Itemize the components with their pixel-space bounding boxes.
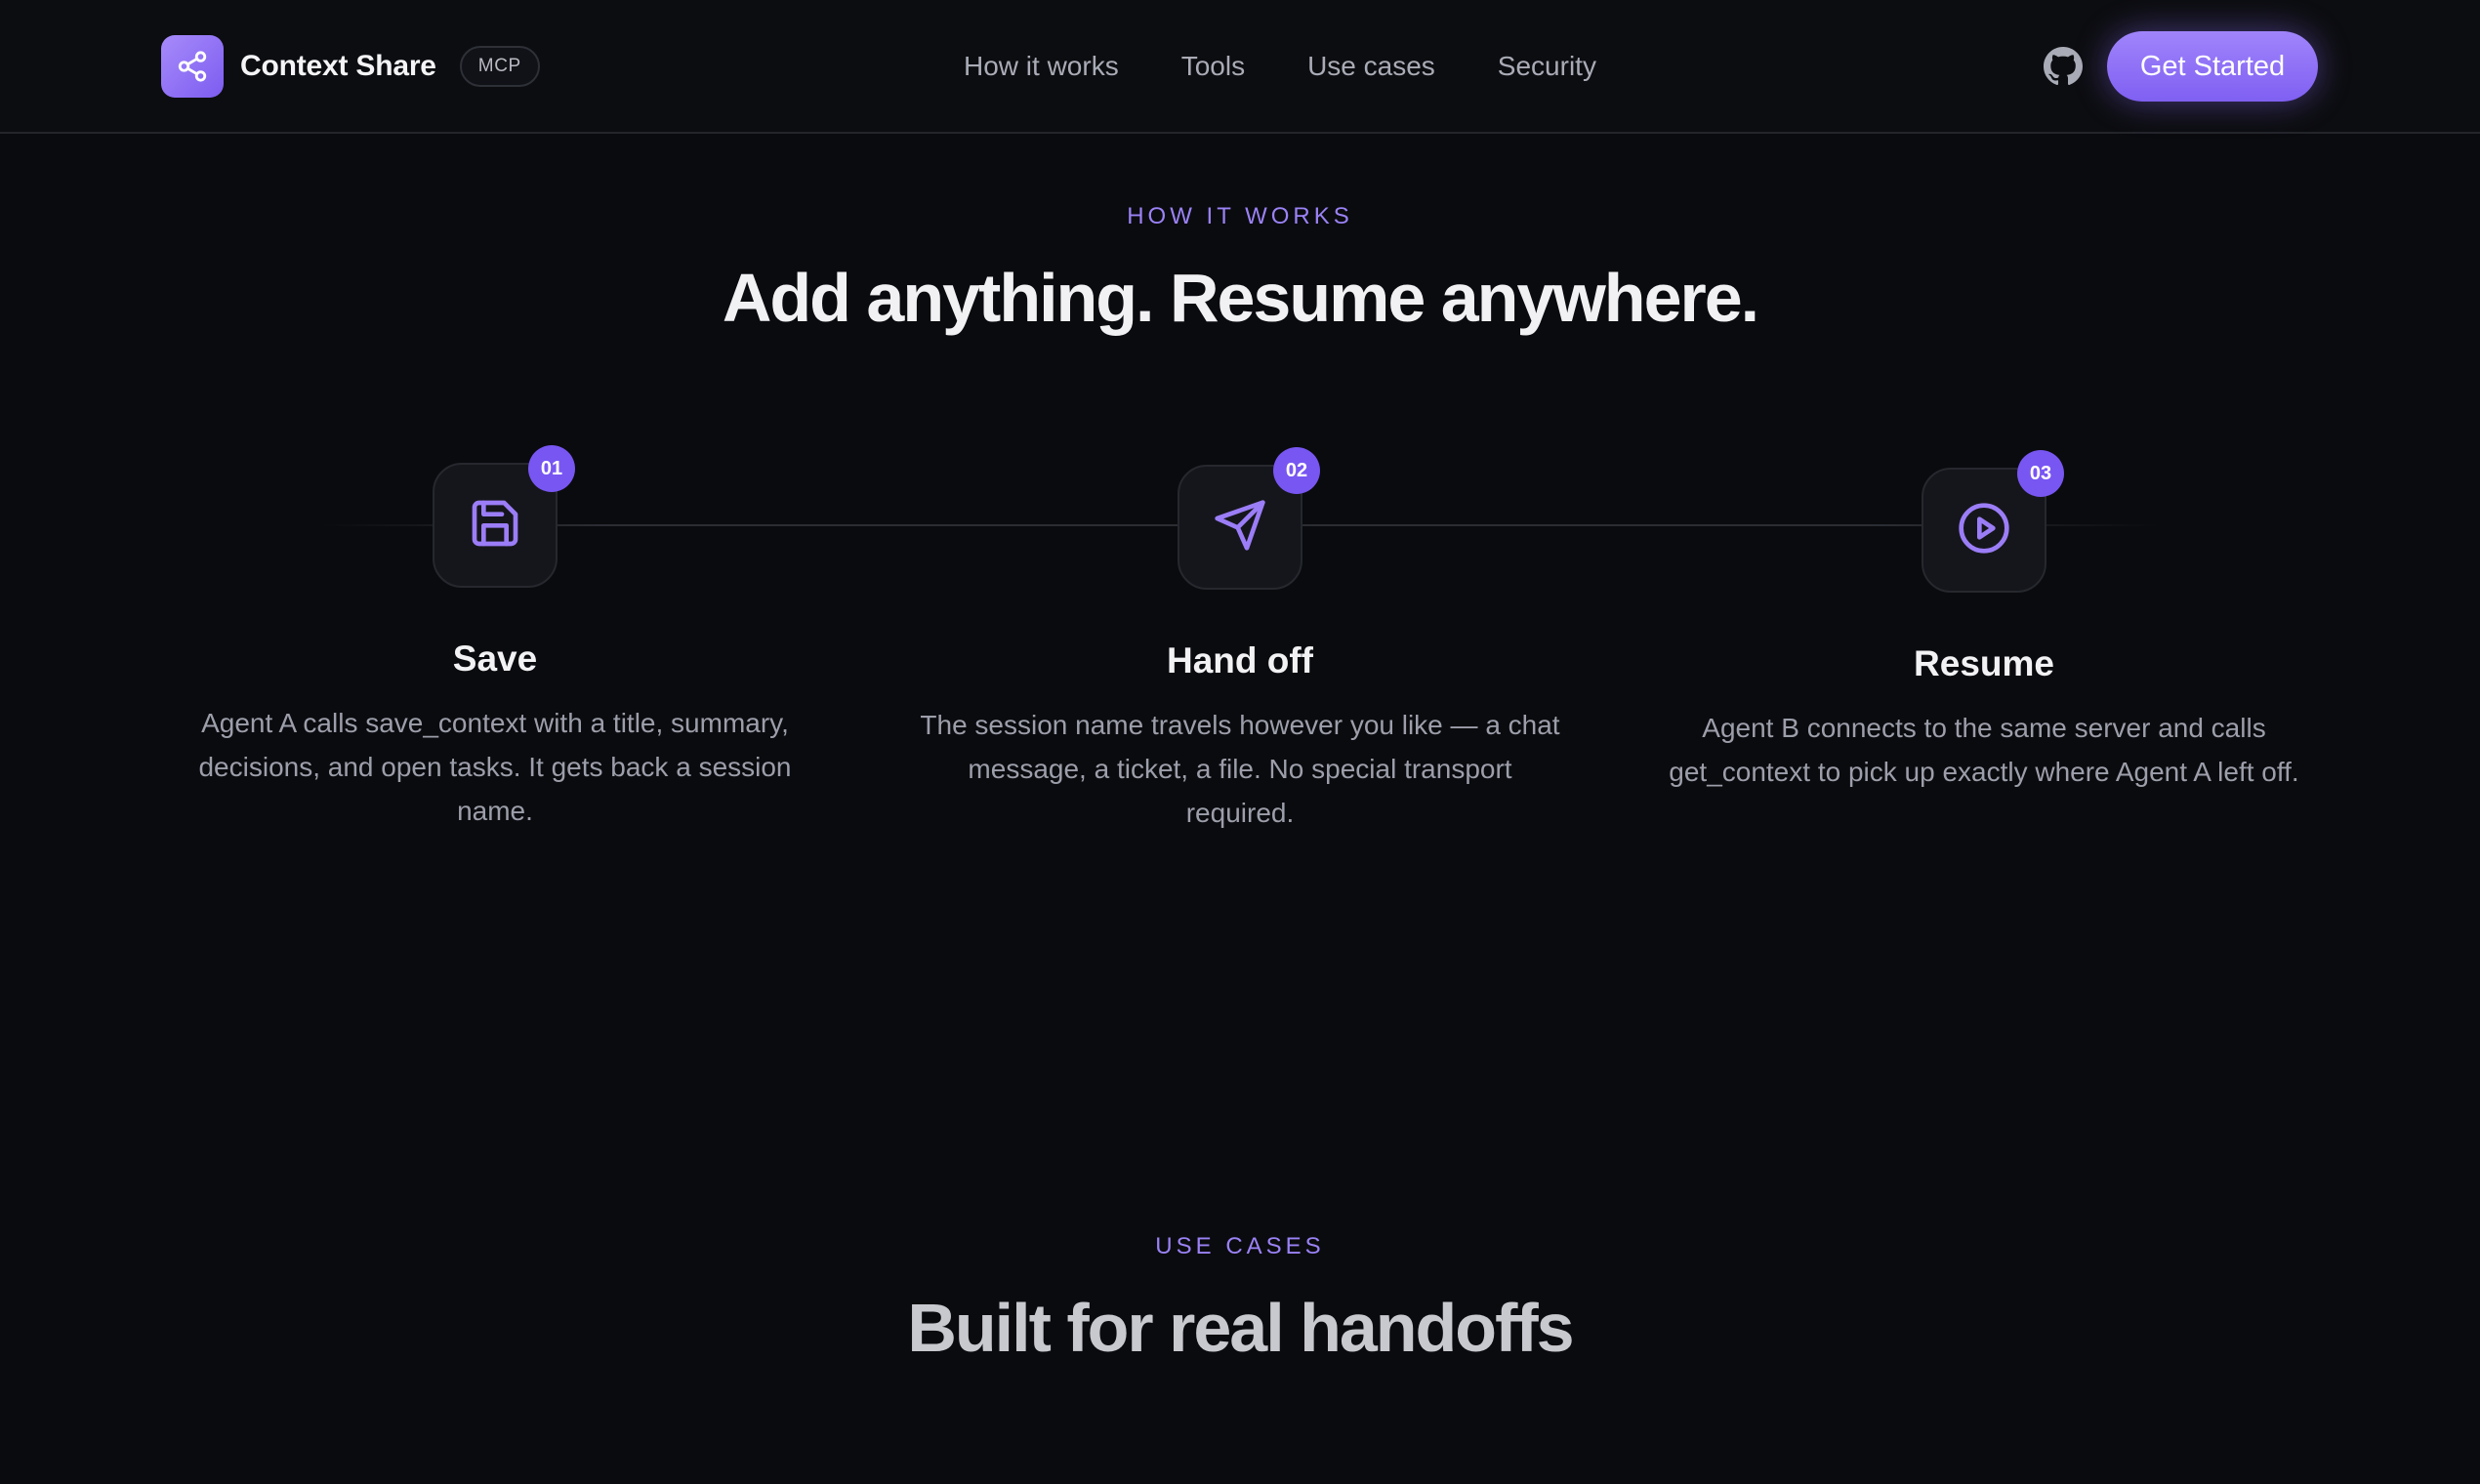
save-icon xyxy=(468,496,522,556)
brand-name: Context Share xyxy=(240,50,436,82)
how-it-works-title: Add anything. Resume anywhere. xyxy=(722,260,1759,336)
step-description: Agent A calls save_context with a title,… xyxy=(198,708,792,826)
step-title: Hand off xyxy=(1166,640,1314,680)
step-number-badge: 03 xyxy=(2017,450,2064,497)
share-icon xyxy=(161,35,224,98)
how-it-works-eyebrow: HOW IT WORKS xyxy=(1127,203,1353,229)
site-header: Context Share MCP How it works Tools Use… xyxy=(0,0,2480,134)
step-number-badge: 01 xyxy=(528,445,575,492)
step-save: 01 Save Agent A calls save_context with … xyxy=(173,445,817,833)
github-icon[interactable] xyxy=(2044,47,2083,86)
step-description: The session name travels however you lik… xyxy=(920,710,1560,828)
step-icon-box: 03 xyxy=(1922,450,2064,593)
step-resume: 03 Resume Agent B connects to the same s… xyxy=(1662,450,2306,794)
step-number-badge: 02 xyxy=(1273,447,1320,494)
step-hand-off: 02 Hand off The session name travels how… xyxy=(918,447,1562,835)
step-title: Save xyxy=(452,639,538,679)
step-icon-box: 01 xyxy=(433,445,575,588)
nav-link-how-it-works[interactable]: How it works xyxy=(964,51,1119,82)
brand[interactable]: Context Share MCP xyxy=(161,35,540,98)
step-description: Agent B connects to the same server and … xyxy=(1669,713,2299,787)
send-icon xyxy=(1213,498,1267,557)
nav-link-security[interactable]: Security xyxy=(1498,51,1596,82)
get-started-button[interactable]: Get Started xyxy=(2107,31,2318,102)
step-icon-box: 02 xyxy=(1178,447,1320,590)
play-circle-icon xyxy=(1957,501,2011,560)
use-cases-eyebrow: USE CASES xyxy=(1155,1233,1325,1259)
mcp-badge: MCP xyxy=(459,46,540,87)
nav-link-use-cases[interactable]: Use cases xyxy=(1307,51,1435,82)
nav-link-tools[interactable]: Tools xyxy=(1181,51,1245,82)
main-nav: How it works Tools Use cases Security xyxy=(964,44,1596,89)
use-cases-title: Built for real handoffs xyxy=(907,1290,1574,1366)
step-title: Resume xyxy=(1914,643,2054,683)
